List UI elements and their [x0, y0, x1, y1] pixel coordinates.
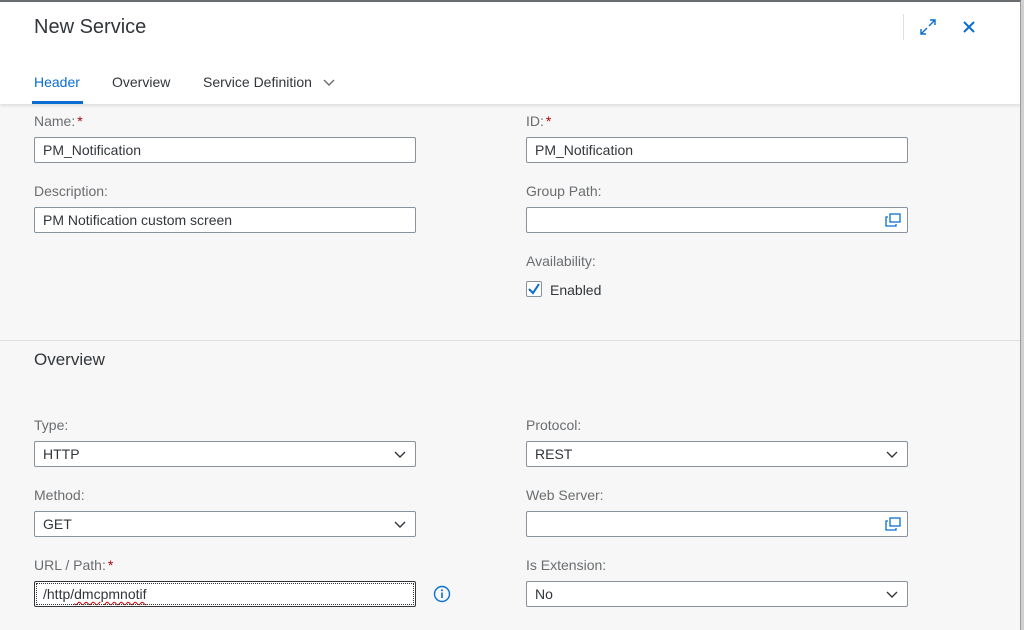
protocol-label: Protocol:: [526, 417, 582, 433]
method-select[interactable]: GET: [34, 511, 416, 537]
checkmark-icon: [528, 283, 540, 295]
close-icon[interactable]: [958, 16, 980, 38]
id-input-value: PM_Notification: [535, 142, 634, 158]
description-input[interactable]: PM Notification custom screen: [34, 207, 416, 233]
form-content: Name: * PM_Notification ID: * PM_Notificat…: [0, 104, 1020, 630]
availability-label: Availability:: [526, 253, 596, 269]
protocol-select-value: REST: [535, 446, 573, 462]
enabled-checkbox-label[interactable]: Enabled: [550, 282, 601, 298]
url-path-input[interactable]: /http/dmcpmnotif: [34, 581, 416, 607]
new-service-dialog: New Service Header Overview Service Defi…: [0, 0, 1021, 630]
tab-header[interactable]: Header: [34, 74, 80, 90]
chevron-down-icon[interactable]: [394, 451, 406, 459]
active-tab-indicator: [32, 101, 83, 104]
required-marker: *: [107, 557, 114, 573]
header-separator: [903, 14, 904, 40]
description-label: Description:: [34, 183, 108, 199]
description-input-value: PM Notification custom screen: [43, 212, 233, 228]
dialog-title: New Service: [34, 16, 147, 38]
is-extension-select-value: No: [535, 586, 553, 602]
enabled-checkbox[interactable]: [526, 281, 542, 297]
is-extension-select[interactable]: No: [526, 581, 908, 607]
is-extension-label: Is Extension:: [526, 557, 607, 573]
tab-overview[interactable]: Overview: [112, 74, 170, 90]
type-select[interactable]: HTTP: [34, 441, 416, 467]
overview-section-title: Overview: [34, 350, 105, 369]
method-label: Method:: [34, 487, 85, 503]
tab-service-definition[interactable]: Service Definition: [203, 74, 335, 90]
name-input[interactable]: PM_Notification: [34, 137, 416, 163]
chevron-down-icon[interactable]: [886, 591, 898, 599]
dialog-header: New Service Header Overview Service Defi…: [0, 2, 1020, 104]
name-label: Name: *: [34, 113, 83, 129]
name-input-value: PM_Notification: [43, 142, 142, 158]
tab-service-definition-label: Service Definition: [203, 74, 312, 90]
value-help-icon[interactable]: [885, 213, 901, 227]
info-icon[interactable]: [433, 585, 451, 603]
required-marker: *: [77, 113, 83, 129]
chevron-down-icon[interactable]: [394, 521, 406, 529]
value-help-icon[interactable]: [885, 517, 901, 531]
expand-icon[interactable]: [917, 16, 939, 38]
group-path-label: Group Path:: [526, 183, 602, 199]
id-label: ID: *: [526, 113, 551, 129]
url-path-prefix: /http/: [43, 586, 75, 602]
url-path-misspelled: dmcpmnotif: [74, 586, 147, 602]
url-path-input-value: /http/dmcpmnotif: [43, 582, 147, 606]
name-label-text: Name:: [34, 113, 76, 129]
group-path-input[interactable]: [526, 207, 908, 233]
id-input[interactable]: PM_Notification: [526, 137, 908, 163]
chevron-down-icon[interactable]: [886, 451, 898, 459]
web-server-input[interactable]: [526, 511, 908, 537]
url-path-label-text: URL / Path:: [34, 557, 106, 573]
required-marker: *: [545, 113, 552, 129]
chevron-down-icon: [323, 79, 335, 87]
web-server-label: Web Server:: [526, 487, 604, 503]
section-divider: [0, 340, 1020, 341]
protocol-select[interactable]: REST: [526, 441, 908, 467]
type-select-value: HTTP: [43, 446, 80, 462]
method-select-value: GET: [43, 516, 72, 532]
id-label-text: ID:: [526, 113, 544, 129]
type-label: Type:: [34, 417, 69, 433]
url-path-label: URL / Path: *: [34, 557, 113, 573]
